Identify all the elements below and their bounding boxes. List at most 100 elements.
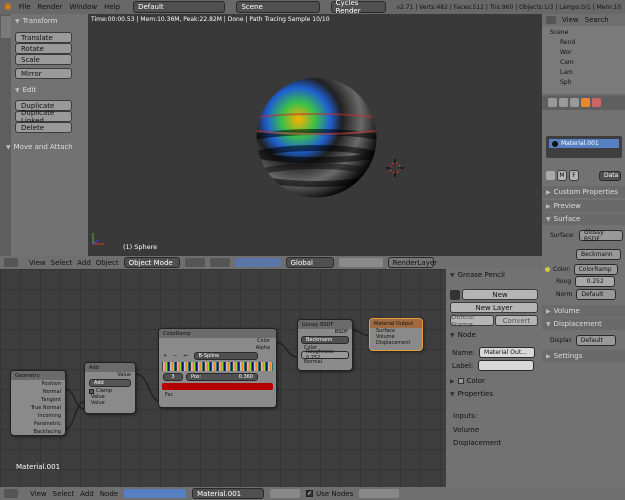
colorramp-node[interactable]: ColorRamp Color Alpha + − ↔ B-Spline 3 P… xyxy=(158,328,277,408)
material-tab-icon[interactable] xyxy=(592,98,601,107)
name-field[interactable]: Material Out... xyxy=(479,347,536,358)
material-action-icons[interactable] xyxy=(270,489,301,498)
viewport-3d[interactable]: Time:00:00.53 | Mem:10.36M, Peak:22.82M … xyxy=(88,14,542,256)
ramp-add-button[interactable]: + xyxy=(163,353,167,359)
mode-selector[interactable]: Object Mode xyxy=(123,257,180,268)
properties-panel-header[interactable]: ▼ Properties xyxy=(446,388,542,400)
menu-render[interactable]: Render xyxy=(38,3,63,11)
use-nodes-checkbox[interactable]: ✓ xyxy=(306,490,314,497)
output-in-disp[interactable]: Displacement xyxy=(370,340,422,346)
rotate-button[interactable]: Rotate xyxy=(15,43,72,54)
scene-tab-icon[interactable] xyxy=(559,98,568,107)
output-backfacing[interactable]: Backfacing xyxy=(11,428,61,436)
mirror-button[interactable]: Mirror xyxy=(15,68,72,79)
menu-help[interactable]: Help xyxy=(104,3,120,11)
world-tab-icon[interactable] xyxy=(570,98,579,107)
color-checkbox[interactable] xyxy=(457,378,464,384)
scene-selector[interactable]: Scene xyxy=(236,1,320,13)
bottom-add-menu[interactable]: Add xyxy=(80,490,94,498)
bottom-select-menu[interactable]: Select xyxy=(53,490,75,498)
duplicate-linked-button[interactable]: Duplicate Linked xyxy=(15,109,72,125)
ramp-index-field[interactable]: 3 xyxy=(163,373,183,381)
output-true-normal[interactable]: True Normal xyxy=(11,404,61,412)
color-input-selector[interactable]: ColorRamp xyxy=(573,264,618,275)
preview-header[interactable]: ▶ Preview xyxy=(542,200,625,212)
ramp-gradient[interactable] xyxy=(162,362,273,371)
ramp-stop-color[interactable] xyxy=(162,383,273,390)
ramp-remove-button[interactable]: − xyxy=(173,353,177,359)
output-position[interactable]: Position xyxy=(11,380,61,388)
delete-frame-button[interactable]: Delete Frame xyxy=(450,313,494,329)
ramp-flip-button[interactable]: ↔ xyxy=(183,353,187,359)
snap-icons[interactable] xyxy=(359,489,400,498)
view-menu[interactable]: View xyxy=(29,259,46,267)
color-panel-header[interactable]: ▶ Color xyxy=(446,375,542,387)
glossy-rough-field[interactable]: Roughness: 0.252 xyxy=(301,349,349,361)
ramp-in-fac[interactable]: Fac xyxy=(159,392,276,398)
outliner-item-camera[interactable]: Cam xyxy=(550,58,625,68)
ramp-interp-selector[interactable]: B-Spline xyxy=(193,352,258,360)
outliner-item-scene[interactable]: Scene xyxy=(550,28,625,38)
menu-file[interactable]: File xyxy=(19,3,31,11)
ramp-pos-field[interactable]: Pos: 0.360 xyxy=(186,373,258,381)
bottom-view-menu[interactable]: View xyxy=(30,490,47,498)
3d-cursor-icon[interactable] xyxy=(386,159,404,177)
layout-selector[interactable]: Default xyxy=(133,1,226,13)
material-output-node[interactable]: Material Output Surface Volume Displacem… xyxy=(369,318,423,351)
label-field[interactable] xyxy=(478,360,535,371)
glossy-node[interactable]: Glossy BSDF BSDF Beckmann Color Roughnes… xyxy=(297,319,353,371)
outliner-item-world[interactable]: Wor xyxy=(550,48,625,58)
renderlayer-selector[interactable]: RenderLayer xyxy=(387,257,437,268)
grease-pencil-header[interactable]: ▼ Grease Pencil xyxy=(446,269,542,281)
custom-props-header[interactable]: ▶ Custom Properties xyxy=(542,186,625,198)
surface-header[interactable]: ▼ Surface xyxy=(542,213,625,225)
menu-window[interactable]: Window xyxy=(70,3,98,11)
bottom-material-selector[interactable]: Material.001 xyxy=(192,488,265,499)
pivot-icon[interactable] xyxy=(209,258,230,267)
convert-button[interactable]: Convert xyxy=(495,315,538,326)
pencil-icon[interactable] xyxy=(450,289,460,300)
node-panel-header[interactable]: ▼ Node xyxy=(446,329,542,341)
bottom-node-menu[interactable]: Node xyxy=(100,490,118,498)
properties-tabs[interactable] xyxy=(542,96,625,110)
clamp-checkbox[interactable] xyxy=(89,388,94,394)
node-editor[interactable]: Geometry Position Normal Tangent True No… xyxy=(0,269,446,487)
add-input-2[interactable]: Value xyxy=(85,400,135,406)
shader-type-icons[interactable] xyxy=(124,489,187,498)
material-slot-selected[interactable]: Material.001 xyxy=(549,139,619,148)
distribution-selector[interactable]: Beckmann xyxy=(576,249,621,260)
new-layer-button[interactable]: New Layer xyxy=(450,302,538,313)
add-operation-selector[interactable]: Add xyxy=(89,379,131,387)
outliner-item-sphere[interactable]: Sph xyxy=(550,78,625,88)
output-parametric[interactable]: Parametric xyxy=(11,420,61,428)
shading-icon[interactable] xyxy=(184,258,205,267)
add-menu[interactable]: Add xyxy=(77,259,91,267)
material-browse-icon[interactable] xyxy=(546,171,555,180)
outliner-type-icon[interactable] xyxy=(546,16,556,24)
outliner-item-lamp[interactable]: Lam xyxy=(550,68,625,78)
engine-selector[interactable]: Cycles Render xyxy=(330,0,387,15)
node-editor-type-icon[interactable] xyxy=(4,489,18,498)
settings-header[interactable]: ▶ Settings xyxy=(542,350,625,362)
use-nodes-toggle[interactable]: ✓ Use Nodes xyxy=(306,490,353,498)
output-normal[interactable]: Normal xyxy=(11,388,61,396)
tab-tools[interactable] xyxy=(1,16,11,38)
material-f-toggle[interactable]: F xyxy=(569,170,579,181)
grease-new-button[interactable]: New xyxy=(462,289,538,300)
roughness-field[interactable]: 0.252 xyxy=(575,276,616,287)
add-node[interactable]: Add Value Add Clamp Value Value xyxy=(84,362,136,414)
glossy-dist-selector[interactable]: Beckmann xyxy=(301,336,349,344)
outliner-view-menu[interactable]: View xyxy=(562,16,579,24)
material-slots[interactable]: Material.001 xyxy=(546,136,622,158)
geometry-node[interactable]: Geometry Position Normal Tangent True No… xyxy=(10,370,66,436)
object-menu[interactable]: Object xyxy=(96,259,119,267)
rendered-sphere[interactable] xyxy=(255,76,378,199)
object-tab-icon[interactable] xyxy=(581,98,590,107)
material-m-toggle[interactable]: M xyxy=(557,170,567,181)
edit-panel-header[interactable]: ▼ Edit xyxy=(11,84,87,96)
volume-header[interactable]: ▶ Volume xyxy=(542,305,625,317)
transform-panel-header[interactable]: ▼ Transform xyxy=(11,15,87,27)
manipulator-icons[interactable] xyxy=(234,258,281,267)
displacement-header[interactable]: ▼ Displacement xyxy=(542,318,625,330)
move-attach-panel-header[interactable]: ▼ Move and Attach xyxy=(2,141,86,153)
